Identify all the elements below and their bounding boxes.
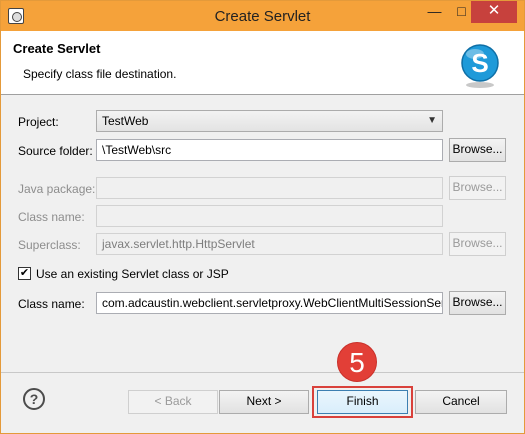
banner-subtitle: Specify class file destination. [23, 67, 177, 81]
finish-highlight-box [312, 386, 413, 418]
java-package-browse-button: Browse... [449, 176, 506, 200]
superclass-browse-button: Browse... [449, 232, 506, 256]
title-bar[interactable]: Create Servlet — □ ✕ [1, 1, 524, 31]
class-name-input[interactable]: com.adcaustin.webclient.servletproxy.Web… [96, 292, 443, 314]
source-folder-input[interactable]: \TestWeb\src [96, 139, 443, 161]
step-number-badge: 5 [337, 342, 377, 382]
class-name-disabled-input [96, 205, 443, 227]
use-existing-label[interactable]: Use an existing Servlet class or JSP [36, 267, 229, 281]
next-button[interactable]: Next > [219, 390, 309, 414]
cancel-button[interactable]: Cancel [415, 390, 507, 414]
superclass-label: Superclass: [18, 238, 81, 252]
help-icon[interactable]: ? [23, 388, 45, 410]
footer-divider [1, 372, 524, 373]
svg-text:S: S [471, 48, 488, 78]
source-folder-browse-button[interactable]: Browse... [449, 138, 506, 162]
java-package-label: Java package: [18, 182, 96, 196]
use-existing-checkbox[interactable]: ✔ [18, 267, 31, 280]
project-select-value: TestWeb [102, 114, 149, 128]
banner-title: Create Servlet [13, 41, 101, 56]
create-servlet-dialog: Create Servlet — □ ✕ Create Servlet Spec… [0, 0, 525, 434]
project-label: Project: [18, 115, 59, 129]
minimize-button[interactable]: — [421, 1, 448, 23]
close-button[interactable]: ✕ [471, 1, 517, 23]
class-name-browse-button[interactable]: Browse... [449, 291, 506, 315]
class-name-disabled-label: Class name: [18, 210, 85, 224]
back-button: < Back [128, 390, 218, 414]
servlet-logo-icon: S [461, 44, 499, 88]
chevron-down-icon: ▼ [427, 115, 437, 126]
superclass-input: javax.servlet.http.HttpServlet [96, 233, 443, 255]
class-name-label: Class name: [18, 297, 85, 311]
project-select[interactable]: TestWeb ▼ [96, 110, 443, 132]
wizard-banner: Create Servlet Specify class file destin… [1, 31, 524, 95]
java-package-input [96, 177, 443, 199]
source-folder-label: Source folder: [18, 144, 93, 158]
